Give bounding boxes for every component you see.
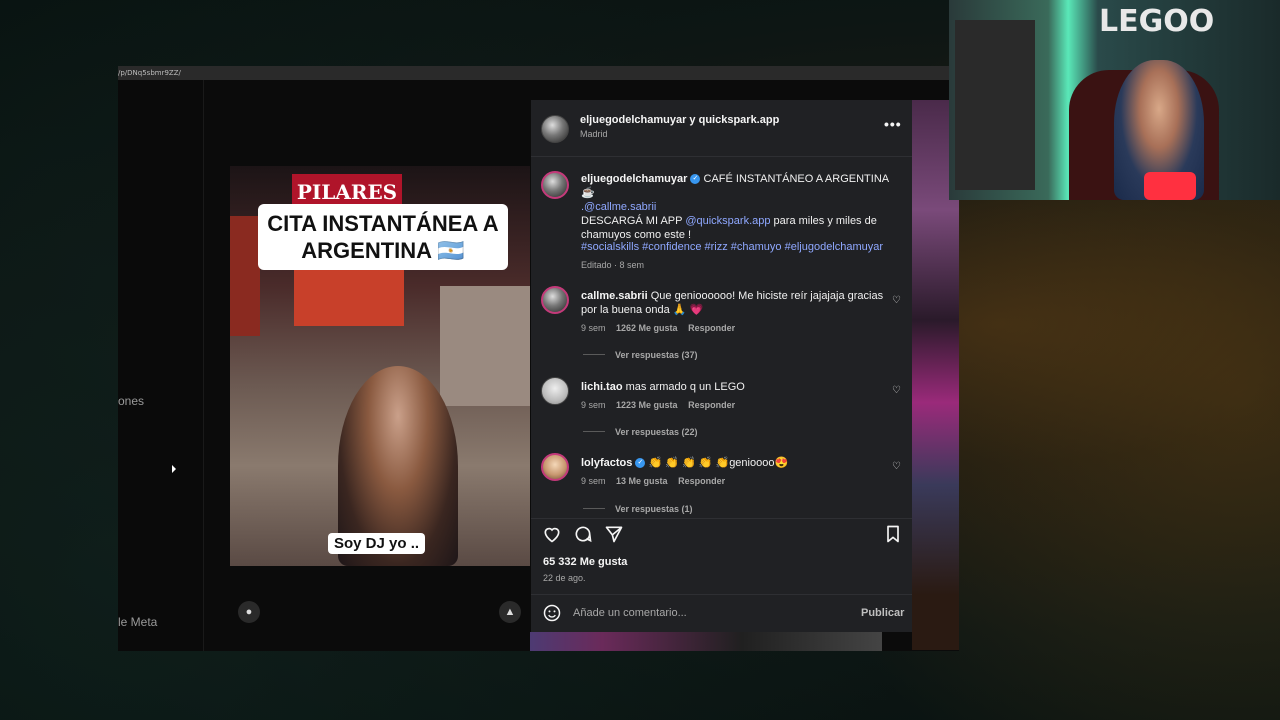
caption-mention-2[interactable]: @quickspark.app bbox=[685, 215, 770, 227]
comment-meta: 9 sem 1262 Me gusta Responder bbox=[581, 323, 735, 333]
comment-text: Que genioooooo! Me hiciste reír jajajaja… bbox=[650, 290, 884, 302]
comment-like-icon[interactable]: ♡ bbox=[892, 461, 901, 472]
mouse-cursor bbox=[172, 465, 176, 473]
comment-reply-button[interactable]: Responder bbox=[678, 476, 725, 486]
comment-meta: 9 sem 13 Me gusta Responder bbox=[581, 476, 725, 486]
heart-icon bbox=[544, 527, 560, 543]
comment-reply-button[interactable]: Responder bbox=[688, 400, 735, 410]
caption-meta: Editado · 8 sem bbox=[581, 260, 645, 270]
comment-reply-button[interactable]: Responder bbox=[688, 323, 735, 333]
view-replies-button[interactable]: Ver respuestas (22) bbox=[615, 427, 698, 437]
caption-line-2-pre: DESCARGÁ MI APP bbox=[581, 215, 686, 227]
post-caption: eljuegodelchamuyar ✓ CAFÉ INSTANTÁNEO A … bbox=[581, 172, 901, 242]
verified-badge-icon: ✓ bbox=[635, 458, 646, 469]
send-icon bbox=[605, 526, 623, 543]
url-bar[interactable]: /p/DNq5sbmr9ZZ/ bbox=[118, 66, 959, 80]
caption-mention-1[interactable]: .@callme.sabrii bbox=[581, 201, 656, 213]
video-caption: Soy DJ yo .. bbox=[328, 533, 426, 554]
comment-likes[interactable]: 13 Me gusta bbox=[616, 476, 668, 486]
video-controls: ● ▲ bbox=[230, 566, 530, 651]
replies-divider bbox=[583, 508, 605, 509]
share-button[interactable] bbox=[604, 524, 624, 549]
comment-body: lichi.tao mas armado q un LEGO bbox=[581, 380, 891, 394]
save-button[interactable] bbox=[883, 524, 903, 549]
sidebar-text-ones: ones bbox=[118, 394, 145, 408]
webcam-red-light bbox=[1144, 172, 1196, 200]
video-overlay-title: CITA INSTANTÁNEA A ARGENTINA 🇦🇷 bbox=[258, 204, 508, 270]
bookmark-icon bbox=[887, 525, 899, 543]
post-location[interactable]: Madrid bbox=[580, 129, 608, 139]
video-building bbox=[440, 286, 530, 406]
instagram-post-panel: eljuegodelchamuyar y quickspark.app Madr… bbox=[531, 100, 912, 632]
comment-button[interactable] bbox=[573, 524, 593, 549]
view-replies-button[interactable]: Ver respuestas (1) bbox=[615, 504, 693, 514]
post-header: eljuegodelchamuyar y quickspark.app Madr… bbox=[531, 100, 912, 156]
comment-input-divider bbox=[531, 594, 912, 595]
author-avatar[interactable] bbox=[541, 115, 569, 143]
caption-avatar[interactable] bbox=[541, 171, 569, 199]
mute-button[interactable]: ▲ bbox=[499, 601, 521, 623]
comment-username[interactable]: lichi.tao bbox=[581, 381, 623, 393]
comment-avatar[interactable] bbox=[541, 377, 569, 405]
comment-time: 9 sem bbox=[581, 476, 606, 486]
comment-bubble-icon bbox=[575, 526, 592, 543]
user-tag-button[interactable]: ● bbox=[238, 601, 260, 623]
post-header-title[interactable]: eljuegodelchamuyar y quickspark.app bbox=[580, 114, 779, 126]
comment-avatar[interactable] bbox=[541, 286, 569, 314]
likes-count[interactable]: 65 332 Me gusta bbox=[543, 556, 627, 568]
comment-like-icon[interactable]: ♡ bbox=[892, 385, 901, 396]
webcam-wall-logo: LEGOO bbox=[1099, 4, 1215, 39]
comment-avatar[interactable] bbox=[541, 453, 569, 481]
replies-divider bbox=[583, 431, 605, 432]
actions-divider bbox=[531, 518, 912, 519]
verified-badge-icon: ✓ bbox=[690, 174, 701, 185]
emoji-button[interactable] bbox=[542, 603, 562, 628]
comment-time: 9 sem bbox=[581, 400, 606, 410]
comment-input[interactable]: Añade un comentario... bbox=[573, 607, 843, 619]
caption-username[interactable]: eljuegodelchamuyar bbox=[581, 173, 687, 185]
comment-body: callme.sabrii Que genioooooo! Me hiciste… bbox=[581, 289, 891, 317]
post-date: 22 de ago. bbox=[543, 573, 586, 583]
speaker-icon: ▲ bbox=[504, 606, 516, 618]
replies-divider bbox=[583, 354, 605, 355]
emoji-icon bbox=[543, 604, 561, 622]
comment-body: lolyfactos ✓ 👏 👏 👏 👏 👏genioooo😍 bbox=[581, 456, 891, 470]
publish-button[interactable]: Publicar bbox=[861, 607, 904, 619]
comment-meta: 9 sem 1223 Me gusta Responder bbox=[581, 400, 735, 410]
comment-username[interactable]: lolyfactos bbox=[581, 457, 632, 469]
post-video[interactable]: PILARES CITA INSTANTÁNEA A ARGENTINA 🇦🇷 … bbox=[230, 166, 530, 566]
webcam-overlay: LEGOO bbox=[949, 0, 1280, 200]
left-sidebar: ones le Meta bbox=[118, 80, 204, 651]
comment-likes[interactable]: 1223 Me gusta bbox=[616, 400, 678, 410]
user-icon: ● bbox=[245, 606, 253, 618]
header-divider bbox=[531, 156, 912, 157]
webcam-shelf bbox=[955, 20, 1035, 190]
caption-line-2-post: para miles y miles de bbox=[770, 215, 877, 227]
view-replies-button[interactable]: Ver respuestas (37) bbox=[615, 350, 698, 360]
like-button[interactable] bbox=[542, 524, 562, 549]
comment-like-icon[interactable]: ♡ bbox=[892, 295, 901, 306]
comment-username[interactable]: callme.sabrii bbox=[581, 290, 648, 302]
caption-hashtags[interactable]: #socialskills #confidence #rizz #chamuyo… bbox=[581, 240, 906, 254]
sidebar-text-meta: le Meta bbox=[118, 615, 158, 629]
video-poster-left bbox=[230, 216, 260, 336]
comment-text: 👏 👏 👏 👏 👏genioooo😍 bbox=[648, 457, 789, 469]
more-options-icon[interactable]: ••• bbox=[884, 116, 902, 132]
comment-time: 9 sem bbox=[581, 323, 606, 333]
comment-likes[interactable]: 1262 Me gusta bbox=[616, 323, 678, 333]
comment-text: mas armado q un LEGO bbox=[625, 381, 745, 393]
comment-text-2: por la buena onda 🙏 💗 bbox=[581, 304, 704, 316]
url-text: /p/DNq5sbmr9ZZ/ bbox=[118, 69, 181, 77]
